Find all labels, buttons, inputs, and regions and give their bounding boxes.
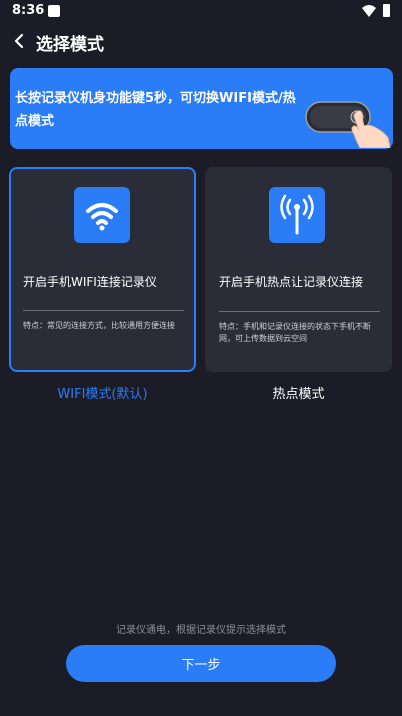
notification-square-icon [48,5,60,17]
status-bar: 8:36 [0,0,402,24]
wifi-mode-title: 开启手机WIFI连接记录仪 [23,275,157,289]
hotspot-mode-title: 开启手机热点让记录仪连接 [219,275,364,289]
chevron-left-icon[interactable] [10,31,28,51]
page-title: 选择模式 [36,35,104,55]
status-time: 8:36 [12,3,45,18]
divider [23,310,184,311]
banner-text: 长按记录仪机身功能键5秒，可切换WIFI模式/热点模式 [15,91,296,129]
hotspot-mode-card[interactable]: 开启手机热点让记录仪连接 特点：手机和记录仪连接的状态下手机不断网，可上传数据到… [205,167,392,372]
hotspot-mode-description: 特点：手机和记录仪连接的状态下手机不断网，可上传数据到云空间 [219,322,371,343]
battery-icon [383,4,390,17]
wifi-mode-card[interactable]: 开启手机WIFI连接记录仪 特点：常见的连接方式，比较通用方便连接 [9,167,196,372]
wifi-icon [86,203,118,231]
wifi-mode-label[interactable]: WIFI模式(默认) [9,383,196,402]
wifi-mode-description: 特点：常见的连接方式，比较通用方便连接 [23,321,175,330]
antenna-icon-tile [269,187,325,243]
instruction-banner: 长按记录仪机身功能键5秒，可切换WIFI模式/热点模式 [10,68,393,149]
next-button[interactable]: 下一步 [66,645,336,682]
antenna-icon [280,194,314,235]
header: 选择模式 [0,26,402,58]
select-mode-screen: 8:36 选择模式 长按记录仪机身功能键5秒，可切换WIFI模式/热点模式 开启… [0,0,402,716]
wifi-signal-icon [362,5,376,17]
device-press-hand-icon [305,101,391,148]
hotspot-mode-label[interactable]: 热点模式 [205,383,392,402]
wifi-icon-tile [74,187,130,243]
hint-text: 记录仪通电，根据记录仪提示选择模式 [116,625,286,636]
divider [219,311,380,312]
